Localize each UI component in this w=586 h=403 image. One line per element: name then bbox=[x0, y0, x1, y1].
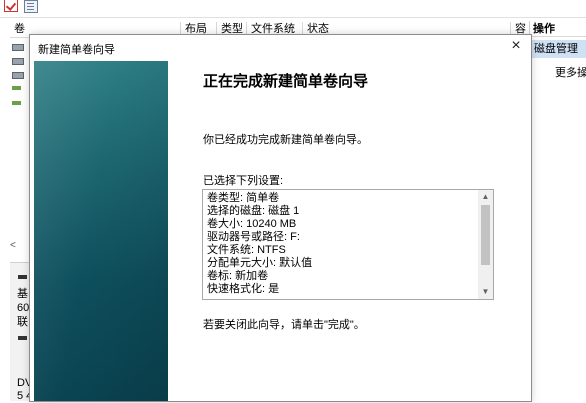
setting-item: 分配单元大小: 默认值 bbox=[207, 257, 313, 269]
disk-label: 基 bbox=[17, 288, 28, 300]
actions-title: 操作 bbox=[530, 21, 586, 37]
actions-pane: 操作 磁盘管理 更多操 bbox=[529, 21, 586, 400]
setting-item: 文件系统: NTFS bbox=[207, 244, 286, 256]
volume-disk-icon[interactable] bbox=[12, 101, 22, 109]
volume-disk-icon[interactable] bbox=[12, 44, 24, 51]
disk-label: 60 bbox=[17, 302, 30, 314]
scroll-down-icon[interactable]: ▼ bbox=[478, 285, 493, 299]
setting-item: 选择的磁盘: 磁盘 1 bbox=[207, 205, 300, 217]
setting-item: 驱动器号或路径: F: bbox=[207, 231, 300, 243]
scrollbar-thumb[interactable] bbox=[481, 205, 490, 265]
toolbar bbox=[0, 0, 586, 18]
summary-scrollbar[interactable]: ▲ ▼ bbox=[478, 190, 493, 299]
disk-label: 联 bbox=[17, 316, 28, 328]
disk-icon bbox=[18, 275, 27, 279]
wizard-heading: 正在完成新建简单卷向导 bbox=[203, 73, 369, 90]
setting-item: 卷大小: 10240 MB bbox=[207, 218, 297, 230]
wizard-banner bbox=[34, 61, 168, 401]
dvd-icon bbox=[18, 336, 27, 340]
wizard-message: 你已经成功完成新建简单卷向导。 bbox=[203, 134, 368, 146]
dialog-title: 新建简单卷向导 bbox=[38, 44, 115, 56]
settings-label: 已选择下列设置: bbox=[203, 175, 284, 187]
volume-disk-icon[interactable] bbox=[12, 58, 24, 65]
checkmark-icon[interactable] bbox=[4, 0, 18, 12]
finish-hint: 若要关闭此向导，请单击"完成"。 bbox=[203, 319, 365, 331]
setting-item: 卷类型: 简单卷 bbox=[207, 192, 280, 204]
scroll-up-icon[interactable]: ▲ bbox=[478, 190, 493, 204]
list-view-icon[interactable] bbox=[24, 0, 38, 13]
setting-item: 卷标: 新加卷 bbox=[207, 270, 269, 282]
setting-item: 快速格式化: 是 bbox=[207, 283, 280, 295]
new-simple-volume-wizard: 新建简单卷向导 × 正在完成新建简单卷向导 你已经成功完成新建简单卷向导。 已选… bbox=[29, 34, 532, 402]
volume-disk-icon[interactable] bbox=[12, 72, 24, 79]
actions-section-disk-management[interactable]: 磁盘管理 bbox=[530, 40, 586, 58]
more-actions-link[interactable]: 更多操 bbox=[555, 64, 586, 80]
settings-summary[interactable]: 卷类型: 简单卷 选择的磁盘: 磁盘 1 卷大小: 10240 MB 驱动器号或… bbox=[202, 189, 494, 300]
close-icon[interactable]: × bbox=[508, 38, 524, 54]
volume-list bbox=[10, 38, 30, 238]
volume-disk-icon[interactable] bbox=[12, 86, 22, 94]
